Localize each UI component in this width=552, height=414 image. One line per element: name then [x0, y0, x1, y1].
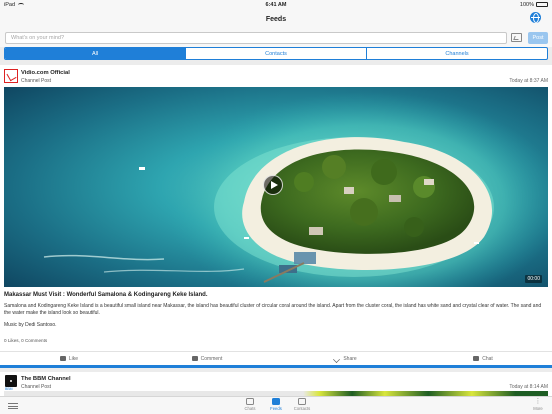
post-body: Samalona and Kodingareng Keke Island is …: [4, 303, 542, 317]
post-actions: Like Comment Share Chat: [0, 351, 552, 365]
post-type: Channel Post: [21, 78, 52, 84]
battery-icon: [536, 2, 548, 7]
status-input[interactable]: What's on your mind?: [5, 32, 507, 44]
more-button[interactable]: ⋮ More: [530, 398, 546, 411]
share-icon: [333, 356, 340, 362]
globe-icon[interactable]: [530, 12, 541, 23]
tab-contacts[interactable]: Contacts: [185, 48, 366, 59]
post-stats[interactable]: 0 Likes, 0 Comments: [4, 338, 47, 343]
comment-button[interactable]: Comment: [138, 352, 276, 365]
tab-chats[interactable]: Chats: [238, 398, 262, 411]
device-label: iPad: [4, 1, 16, 8]
like-button[interactable]: Like: [0, 352, 138, 365]
tab-channels[interactable]: Channels: [366, 48, 547, 59]
battery-percent: 100%: [519, 1, 534, 8]
feed-filter-tabs: All Contacts Channels: [4, 47, 548, 60]
chat-icon: [473, 356, 480, 361]
attach-image-icon[interactable]: [511, 33, 522, 42]
tab-contacts-nav[interactable]: Contacts: [290, 398, 314, 411]
nav-bar: Feeds: [0, 9, 552, 29]
tab-all[interactable]: All: [5, 48, 185, 59]
post-credit: Music by Dedi Santoso.: [4, 322, 57, 328]
channel-avatar[interactable]: [4, 69, 18, 83]
page-title: Feeds: [265, 15, 287, 23]
channel-name[interactable]: The BBM Channel: [21, 376, 71, 382]
video-duration: 00:00: [525, 275, 542, 283]
channel-name[interactable]: Vidio.com Official: [21, 70, 70, 76]
contacts-icon: [298, 398, 306, 405]
post-timestamp: Today at 8:14 AM: [509, 384, 548, 390]
feed-post: BBM The BBM Channel Channel Post Today a…: [0, 372, 552, 396]
chats-icon: [246, 398, 254, 405]
video-thumbnail[interactable]: 00:00: [4, 87, 548, 287]
clock: 6:41 AM: [265, 1, 287, 8]
wifi-icon: [18, 2, 25, 7]
bbm-logo-icon[interactable]: [5, 375, 17, 387]
more-icon: ⋮: [534, 398, 542, 405]
bottom-tab-bar: Chats Feeds Contacts ⋮ More: [0, 396, 552, 414]
thumbs-up-icon: [59, 356, 66, 361]
composer: What's on your mind? Post: [0, 29, 552, 47]
feed-post: Vidio.com Official Channel Post Today at…: [0, 65, 552, 368]
tab-feeds[interactable]: Feeds: [264, 398, 288, 411]
play-icon[interactable]: [263, 175, 283, 195]
post-type: Channel Post: [21, 384, 52, 390]
status-bar: iPad 6:41 AM 100%: [0, 0, 552, 9]
post-timestamp: Today at 8:37 AM: [509, 78, 548, 84]
share-button[interactable]: Share: [276, 352, 414, 365]
menu-icon[interactable]: [8, 403, 18, 409]
chat-button[interactable]: Chat: [414, 352, 552, 365]
post-divider: [0, 365, 552, 368]
post-button[interactable]: Post: [528, 32, 548, 44]
feeds-icon: [272, 398, 280, 405]
comment-icon: [191, 356, 198, 361]
post-headline: Makassar Must Visit : Wonderful Samalona…: [4, 292, 208, 298]
